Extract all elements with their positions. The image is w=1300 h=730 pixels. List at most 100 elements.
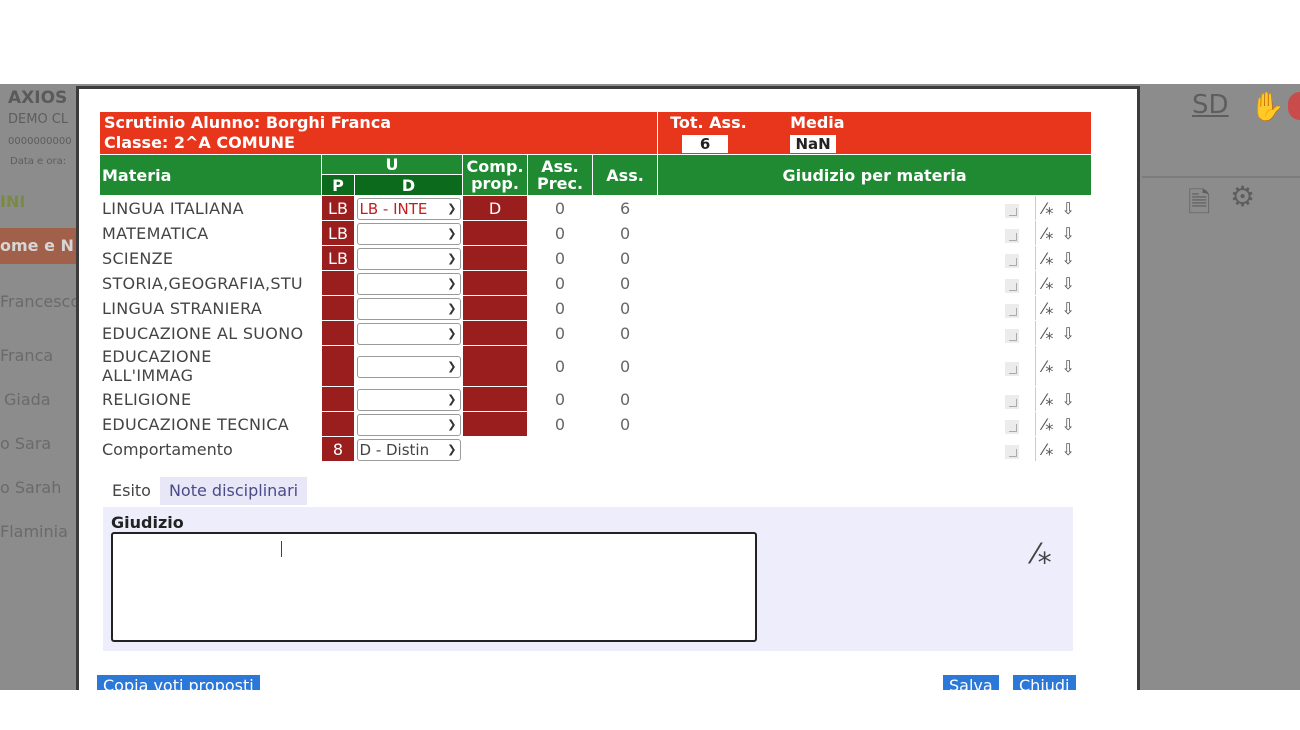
grades-table: Scrutinio Alunno: Borghi Franca Classe: … bbox=[98, 111, 1093, 462]
ass-prec-cell: 0 bbox=[527, 386, 593, 412]
row-tools: ⁄⁎ ⇩ bbox=[1035, 220, 1093, 246]
magic-wand-icon[interactable]: ⁄⁎ bbox=[1038, 299, 1058, 318]
comp-cell bbox=[462, 411, 528, 437]
resize-handle-icon[interactable] bbox=[1005, 328, 1020, 343]
resize-handle-icon[interactable] bbox=[1005, 419, 1020, 434]
giudizio-materia-field[interactable] bbox=[657, 345, 1037, 387]
copia-voti-button[interactable]: Copia voti proposti bbox=[97, 675, 260, 690]
d-select-value: D - Distin bbox=[359, 440, 430, 459]
student-list-item[interactable]: o Sara bbox=[0, 434, 51, 453]
resize-handle-icon[interactable] bbox=[1005, 278, 1020, 293]
magic-wand-icon[interactable]: ⁄⁎ bbox=[1038, 440, 1058, 459]
table-row: EDUCAZIONE TECNICA ❯ 0 0 ⁄⁎ ⇩ bbox=[99, 411, 1093, 437]
magic-wand-icon[interactable]: ⁄⁎ bbox=[1038, 199, 1058, 218]
comp-cell: D bbox=[462, 195, 528, 221]
table-header: Materia U Comp. prop. Ass. Prec. Ass. Gi… bbox=[99, 154, 1093, 196]
table-row: SCIENZE LB ❯ 0 0 ⁄⁎ ⇩ bbox=[99, 245, 1093, 271]
giudizio-materia-field[interactable] bbox=[657, 411, 1037, 437]
d-select[interactable]: ❯ bbox=[356, 413, 461, 436]
tab-note-disciplinari[interactable]: Note disciplinari bbox=[159, 477, 308, 505]
resize-handle-icon[interactable] bbox=[1005, 253, 1020, 268]
ass-prec-cell: 0 bbox=[527, 411, 593, 437]
giudizio-materia-field[interactable] bbox=[657, 320, 1037, 346]
magic-wand-icon[interactable]: ⁄⁎ bbox=[1038, 274, 1058, 293]
resize-handle-icon[interactable] bbox=[1005, 303, 1020, 318]
resize-handle-icon[interactable] bbox=[1005, 361, 1020, 376]
d-select[interactable]: ❯ bbox=[356, 388, 461, 411]
d-select[interactable]: ❯ bbox=[356, 247, 461, 270]
hand-icon[interactable]: ✋ bbox=[1250, 90, 1285, 123]
giudizio-textarea[interactable] bbox=[111, 532, 757, 642]
resize-handle-icon[interactable] bbox=[1005, 394, 1020, 409]
p-cell bbox=[321, 295, 355, 321]
ass-prec-cell: 0 bbox=[527, 195, 593, 221]
resize-handle-icon[interactable] bbox=[1005, 203, 1020, 218]
header-d: D bbox=[354, 174, 463, 196]
arrow-down-icon[interactable]: ⇩ bbox=[1058, 440, 1078, 459]
d-select[interactable]: ❯ bbox=[356, 322, 461, 345]
arrow-down-icon[interactable]: ⇩ bbox=[1058, 390, 1078, 409]
table-row: LINGUA STRANIERA ❯ 0 0 ⁄⁎ ⇩ bbox=[99, 295, 1093, 321]
row-tools: ⁄⁎ ⇩ bbox=[1035, 345, 1093, 387]
close-button[interactable]: Chiudi bbox=[1013, 675, 1076, 690]
arrow-down-icon[interactable]: ⇩ bbox=[1058, 274, 1078, 293]
background-toolbar: SD ✋ 🗎 ⚙ bbox=[1140, 84, 1300, 690]
text-cursor-icon bbox=[281, 541, 282, 557]
student-list-item[interactable]: Franca bbox=[0, 346, 53, 365]
arrow-down-icon[interactable]: ⇩ bbox=[1058, 249, 1078, 268]
student-list-item[interactable]: Flaminia bbox=[0, 522, 68, 541]
d-cell: ❯ bbox=[354, 295, 463, 321]
ass-cell: 0 bbox=[591, 295, 659, 321]
avatar[interactable] bbox=[1288, 92, 1300, 120]
giudizio-materia-field[interactable] bbox=[657, 195, 1037, 221]
materia-cell: EDUCAZIONE TECNICA bbox=[99, 411, 322, 437]
arrow-down-icon[interactable]: ⇩ bbox=[1058, 415, 1078, 434]
header-comp-line1: Comp. bbox=[466, 157, 524, 176]
giudizio-materia-field[interactable] bbox=[657, 220, 1037, 246]
materia-cell: MATEMATICA bbox=[99, 220, 322, 246]
arrow-down-icon[interactable]: ⇩ bbox=[1058, 357, 1078, 376]
comportamento-select[interactable]: D - Distin ❯ bbox=[356, 438, 461, 461]
arrow-down-icon[interactable]: ⇩ bbox=[1058, 299, 1078, 318]
ass-cell: 0 bbox=[591, 220, 659, 246]
magic-wand-icon[interactable]: ⁄⁎ bbox=[1033, 537, 1052, 570]
tot-ass-value: 6 bbox=[682, 135, 729, 153]
d-select[interactable]: ❯ bbox=[356, 355, 461, 378]
magic-wand-icon[interactable]: ⁄⁎ bbox=[1038, 415, 1058, 434]
giudizio-materia-field[interactable] bbox=[657, 295, 1037, 321]
table-row-comportamento: Comportamento 8 D - Distin ❯ ⁄⁎ ⇩ bbox=[99, 436, 1093, 462]
magic-wand-icon[interactable]: ⁄⁎ bbox=[1038, 224, 1058, 243]
student-list-item[interactable]: Francesco bbox=[0, 292, 80, 311]
student-list-item[interactable]: o Sarah bbox=[0, 478, 61, 497]
giudizio-materia-field[interactable] bbox=[657, 436, 1037, 462]
d-select[interactable]: ❯ bbox=[356, 272, 461, 295]
arrow-down-icon[interactable]: ⇩ bbox=[1058, 324, 1078, 343]
gear-icon[interactable]: ⚙ bbox=[1230, 180, 1255, 213]
arrow-down-icon[interactable]: ⇩ bbox=[1058, 199, 1078, 218]
table-row: EDUCAZIONE ALL'IMMAG ❯ 0 0 ⁄⁎ ⇩ bbox=[99, 345, 1093, 387]
row-tools: ⁄⁎ ⇩ bbox=[1035, 295, 1093, 321]
giudizio-materia-field[interactable] bbox=[657, 270, 1037, 296]
magic-wand-icon[interactable]: ⁄⁎ bbox=[1038, 357, 1058, 376]
magic-wand-icon[interactable]: ⁄⁎ bbox=[1038, 249, 1058, 268]
giudizio-materia-field[interactable] bbox=[657, 386, 1037, 412]
magic-wand-icon[interactable]: ⁄⁎ bbox=[1038, 390, 1058, 409]
table-row: MATEMATICA LB ❯ 0 0 ⁄⁎ ⇩ bbox=[99, 220, 1093, 246]
tab-esito[interactable]: Esito bbox=[103, 477, 160, 505]
materia-line1: EDUCAZIONE bbox=[102, 347, 212, 366]
giudizio-materia-field[interactable] bbox=[657, 245, 1037, 271]
save-button[interactable]: Salva bbox=[943, 675, 999, 690]
table-row: RELIGIONE ❯ 0 0 ⁄⁎ ⇩ bbox=[99, 386, 1093, 412]
student-list-item[interactable]: Giada bbox=[4, 390, 51, 409]
resize-handle-icon[interactable] bbox=[1005, 228, 1020, 243]
d-select[interactable]: LB - INTE ❯ bbox=[356, 197, 461, 220]
date-label: Data e ora: bbox=[10, 156, 67, 167]
d-select[interactable]: ❯ bbox=[356, 297, 461, 320]
document-check-icon[interactable]: 🗎 bbox=[1188, 182, 1211, 230]
scrutinio-dialog: Scrutinio Alunno: Borghi Franca Classe: … bbox=[76, 86, 1140, 690]
arrow-down-icon[interactable]: ⇩ bbox=[1058, 224, 1078, 243]
resize-handle-icon[interactable] bbox=[1005, 444, 1020, 459]
d-select[interactable]: ❯ bbox=[356, 222, 461, 245]
magic-wand-icon[interactable]: ⁄⁎ bbox=[1038, 324, 1058, 343]
school-code: 0000000000 bbox=[8, 136, 72, 147]
